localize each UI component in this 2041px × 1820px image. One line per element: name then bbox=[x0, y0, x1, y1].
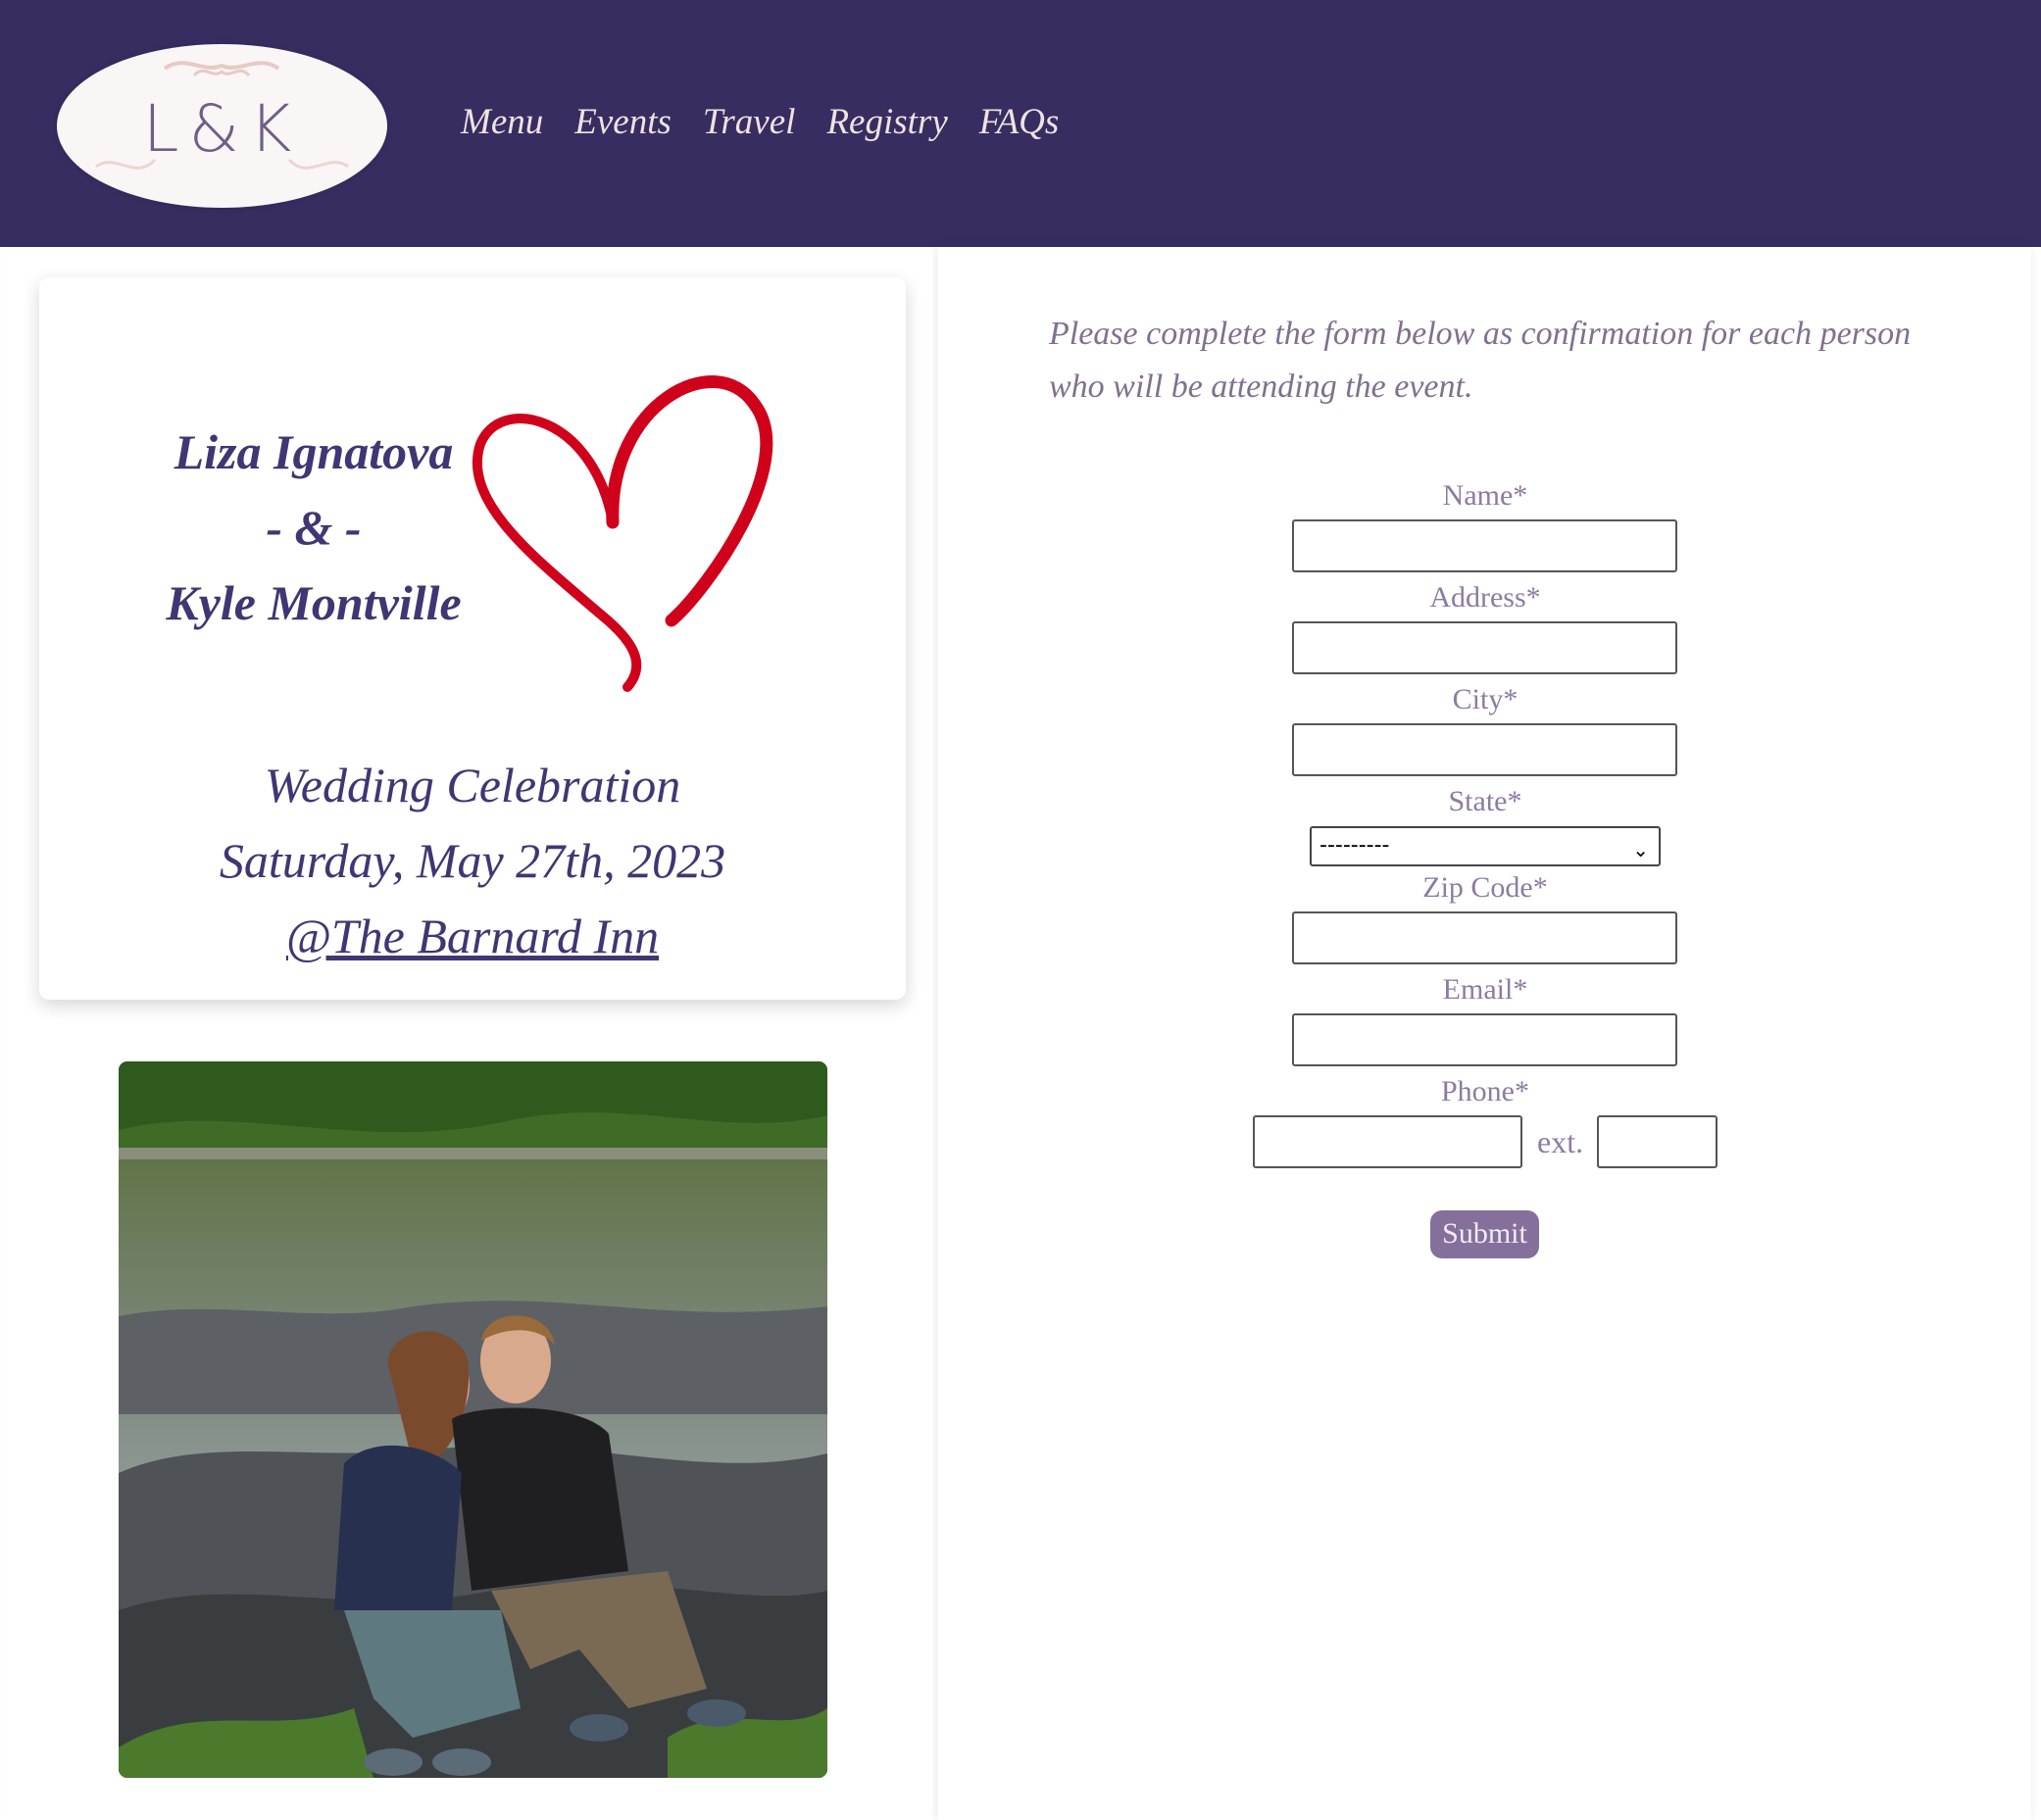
nav-faqs[interactable]: FAQs bbox=[979, 98, 1060, 147]
email-label: Email* bbox=[1442, 973, 1528, 1006]
nav-menu[interactable]: Menu bbox=[461, 98, 543, 147]
city-label: City* bbox=[1452, 683, 1518, 715]
form-intro: Please complete the form below as confir… bbox=[1049, 316, 1912, 405]
site-header: L&K Menu Events Travel Registry FAQs bbox=[0, 0, 2041, 247]
chevron-down-icon: ⌄ bbox=[1632, 838, 1649, 861]
state-label: State* bbox=[1448, 785, 1522, 817]
submit-button[interactable]: Submit bbox=[1430, 1210, 1539, 1258]
heart-icon bbox=[472, 375, 773, 692]
main-nav: Menu Events Travel Registry FAQs bbox=[461, 98, 1090, 147]
state-select[interactable]: --------- ⌄ bbox=[1310, 826, 1661, 866]
event-details: Wedding Celebration Saturday, May 27th, … bbox=[39, 748, 906, 974]
name-input[interactable] bbox=[1292, 519, 1677, 572]
zip-label: Zip Code* bbox=[1422, 871, 1548, 904]
zip-input[interactable] bbox=[1292, 911, 1677, 964]
couple-photo bbox=[119, 1061, 827, 1778]
address-label: Address* bbox=[1429, 581, 1541, 614]
event-title: Wedding Celebration bbox=[264, 758, 681, 812]
phone-input[interactable] bbox=[1253, 1115, 1522, 1168]
event-date: Saturday, May 27th, 2023 bbox=[219, 833, 726, 888]
logo-text: L&K bbox=[142, 91, 302, 167]
couple-photo-image bbox=[119, 1061, 827, 1778]
phone-label: Phone* bbox=[1441, 1075, 1529, 1107]
address-input[interactable] bbox=[1292, 621, 1677, 674]
phone-ext-input[interactable] bbox=[1597, 1115, 1717, 1168]
nav-events[interactable]: Events bbox=[574, 98, 672, 147]
venue-link[interactable]: @The Barnard Inn bbox=[39, 899, 906, 974]
site-logo[interactable]: L&K bbox=[57, 44, 387, 208]
email-input[interactable] bbox=[1292, 1013, 1677, 1066]
couple-card: Liza Ignatova - & - Kyle Montville Weddi… bbox=[39, 277, 906, 1000]
state-selected-value: --------- bbox=[1319, 833, 1390, 858]
nav-travel[interactable]: Travel bbox=[703, 98, 796, 147]
nav-registry[interactable]: Registry bbox=[826, 98, 947, 147]
name-label: Name* bbox=[1442, 479, 1528, 512]
city-input[interactable] bbox=[1292, 723, 1677, 776]
ext-label: ext. bbox=[1537, 1124, 1584, 1159]
